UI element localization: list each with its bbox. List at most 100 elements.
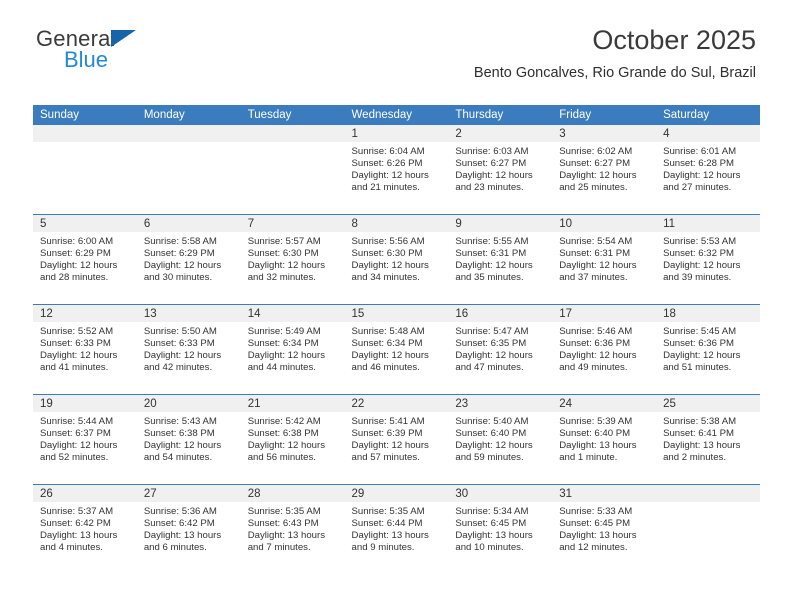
day-detail-line: Sunset: 6:26 PM: [351, 158, 423, 170]
day-details: Sunrise: 5:58 AM Sunset: 6:29 PM Daylight:…: [137, 232, 241, 284]
day-detail-line: Daylight: 13 hours: [351, 530, 429, 542]
calendar-day-cell[interactable]: 6 Sunrise: 5:58 AM Sunset: 6:29 PM Daylight…: [136, 214, 241, 305]
day-details: Sunrise: 6:03 AM Sunset: 6:27 PM Daylight:…: [448, 142, 552, 194]
day-number: 20: [136, 395, 241, 412]
day-details: Sunrise: 6:02 AM Sunset: 6:27 PM Daylight:…: [552, 142, 656, 194]
day-detail-line: Daylight: 12 hours: [143, 260, 222, 272]
day-details: Sunrise: 5:42 AM Sunset: 6:38 PM Daylight:…: [241, 412, 345, 464]
day-detail-line: Sunrise: 5:38 AM: [663, 416, 737, 427]
day-detail-line: Daylight: 13 hours: [663, 440, 741, 452]
day-detail-line: and 49 minutes.: [559, 362, 628, 374]
day-detail-line: and 56 minutes.: [247, 452, 316, 464]
page-header: General Blue October 2025 Bento Goncalve…: [0, 0, 792, 80]
location-subtitle: Bento Goncalves, Rio Grande do Sul, Braz…: [473, 64, 756, 81]
calendar-day-cell[interactable]: 19 Sunrise: 5:44 AM Sunset: 6:37 PM Dayligh…: [33, 394, 137, 485]
day-number: 31: [552, 485, 657, 502]
day-detail-line: Daylight: 13 hours: [559, 440, 637, 452]
calendar-day-cell[interactable]: 20 Sunrise: 5:43 AM Sunset: 6:38 PM Dayligh…: [136, 394, 241, 485]
day-detail-line: Sunset: 6:37 PM: [40, 428, 111, 440]
day-detail-line: Daylight: 12 hours: [663, 260, 741, 272]
calendar-day-cell[interactable]: 26 Sunrise: 5:37 AM Sunset: 6:42 PM Dayligh…: [33, 484, 137, 574]
day-detail-line: Daylight: 12 hours: [40, 350, 118, 362]
calendar-day-cell[interactable]: 21 Sunrise: 5:42 AM Sunset: 6:38 PM Dayligh…: [240, 394, 345, 485]
day-detail-line: Sunrise: 5:35 AM: [351, 506, 425, 517]
calendar-day-cell[interactable]: 25 Sunrise: 5:38 AM Sunset: 6:41 PM Dayligh…: [656, 394, 760, 485]
day-detail-line: Sunrise: 5:37 AM: [40, 506, 114, 517]
calendar-day-cell[interactable]: 27 Sunrise: 5:36 AM Sunset: 6:42 PM Dayligh…: [136, 484, 241, 574]
calendar-day-cell[interactable]: 28 Sunrise: 5:35 AM Sunset: 6:43 PM Dayligh…: [240, 484, 345, 574]
calendar-day-cell[interactable]: 8 Sunrise: 5:56 AM Sunset: 6:30 PM Daylight…: [344, 214, 449, 305]
calendar-day-cell[interactable]: 15 Sunrise: 5:48 AM Sunset: 6:34 PM Dayligh…: [344, 304, 449, 395]
weekday-header-monday: Monday: [136, 105, 241, 125]
calendar-day-cell[interactable]: 5 Sunrise: 6:00 AM Sunset: 6:29 PM Daylight…: [33, 214, 137, 305]
calendar-day-cell-empty: [656, 484, 760, 574]
calendar-day-cell[interactable]: 31 Sunrise: 5:33 AM Sunset: 6:45 PM Dayligh…: [552, 484, 657, 574]
day-number: 13: [136, 305, 241, 322]
day-detail-line: Sunset: 6:31 PM: [559, 248, 631, 260]
day-details: Sunrise: 5:37 AM Sunset: 6:42 PM Daylight:…: [33, 502, 137, 554]
calendar-day-cell[interactable]: 23 Sunrise: 5:40 AM Sunset: 6:40 PM Dayligh…: [448, 394, 553, 485]
day-detail-line: Sunrise: 5:54 AM: [559, 236, 633, 247]
day-detail-line: Daylight: 12 hours: [663, 350, 741, 362]
day-detail-line: Sunset: 6:39 PM: [351, 428, 423, 440]
day-number: 9: [448, 215, 553, 232]
calendar-day-cell[interactable]: 18 Sunrise: 5:45 AM Sunset: 6:36 PM Dayligh…: [656, 304, 760, 395]
day-detail-line: Sunrise: 5:35 AM: [247, 506, 321, 517]
calendar-day-cell[interactable]: 24 Sunrise: 5:39 AM Sunset: 6:40 PM Dayligh…: [552, 394, 657, 485]
calendar-day-cell[interactable]: 17 Sunrise: 5:46 AM Sunset: 6:36 PM Dayligh…: [552, 304, 657, 395]
day-details: Sunrise: 5:38 AM Sunset: 6:41 PM Daylight:…: [656, 412, 760, 464]
sunrise-sunset-calendar: Sunday Monday Tuesday Wednesday Thursday Frid…: [33, 105, 760, 574]
day-detail-line: Sunset: 6:29 PM: [40, 248, 111, 260]
calendar-day-cell[interactable]: 11 Sunrise: 5:53 AM Sunset: 6:32 PM Dayligh…: [656, 214, 760, 305]
calendar-day-cell[interactable]: 2 Sunrise: 6:03 AM Sunset: 6:27 PM Daylight…: [448, 125, 553, 215]
day-detail-line: Sunset: 6:41 PM: [663, 428, 734, 440]
day-detail-line: and 23 minutes.: [455, 182, 524, 194]
day-details: Sunrise: 5:55 AM Sunset: 6:31 PM Daylight:…: [448, 232, 552, 284]
calendar-day-cell[interactable]: 10 Sunrise: 5:54 AM Sunset: 6:31 PM Dayligh…: [552, 214, 657, 305]
day-detail-line: and 1 minute.: [559, 452, 618, 464]
day-number: 10: [552, 215, 657, 232]
day-detail-line: Daylight: 12 hours: [351, 260, 429, 272]
day-number: 24: [552, 395, 657, 412]
calendar-day-cell[interactable]: 7 Sunrise: 5:57 AM Sunset: 6:30 PM Daylight…: [240, 214, 345, 305]
day-detail-line: and 12 minutes.: [559, 542, 628, 554]
calendar-day-cell[interactable]: 29 Sunrise: 5:35 AM Sunset: 6:44 PM Dayligh…: [344, 484, 449, 574]
day-details: Sunrise: 5:35 AM Sunset: 6:43 PM Daylight:…: [241, 502, 345, 554]
day-detail-line: Sunrise: 5:42 AM: [247, 416, 321, 427]
day-detail-line: Sunrise: 5:33 AM: [559, 506, 633, 517]
calendar-day-cell[interactable]: 4 Sunrise: 6:01 AM Sunset: 6:28 PM Daylight…: [656, 125, 760, 215]
weekday-header-tuesday: Tuesday: [240, 105, 345, 125]
day-number: 11: [656, 215, 760, 232]
logo-text-blue: Blue: [64, 47, 109, 72]
calendar-week-row: 19 Sunrise: 5:44 AM Sunset: 6:37 PM Dayligh…: [33, 394, 760, 485]
calendar-day-cell[interactable]: 9 Sunrise: 5:55 AM Sunset: 6:31 PM Daylight…: [448, 214, 553, 305]
day-number: 2: [448, 125, 553, 142]
day-number: 3: [552, 125, 657, 142]
day-detail-line: and 46 minutes.: [351, 362, 420, 374]
calendar-day-cell[interactable]: 1 Sunrise: 6:04 AM Sunset: 6:26 PM Daylight…: [344, 125, 449, 215]
calendar-day-cell[interactable]: 30 Sunrise: 5:34 AM Sunset: 6:45 PM Dayligh…: [448, 484, 553, 574]
day-detail-line: Daylight: 12 hours: [247, 260, 326, 272]
calendar-day-cell[interactable]: 13 Sunrise: 5:50 AM Sunset: 6:33 PM Dayligh…: [136, 304, 241, 395]
day-detail-line: and 7 minutes.: [247, 542, 311, 554]
calendar-day-cell[interactable]: 14 Sunrise: 5:49 AM Sunset: 6:34 PM Dayligh…: [240, 304, 345, 395]
day-detail-line: Sunset: 6:40 PM: [455, 428, 527, 440]
general-blue-logo[interactable]: General Blue: [36, 28, 186, 74]
day-detail-line: Sunset: 6:27 PM: [559, 158, 631, 170]
calendar-day-cell[interactable]: 3 Sunrise: 6:02 AM Sunset: 6:27 PM Daylight…: [552, 125, 657, 215]
calendar-day-cell[interactable]: 16 Sunrise: 5:47 AM Sunset: 6:35 PM Dayligh…: [448, 304, 553, 395]
day-detail-line: Sunset: 6:27 PM: [455, 158, 527, 170]
weekday-header-saturday: Saturday: [656, 105, 760, 125]
day-details: Sunrise: 5:41 AM Sunset: 6:39 PM Daylight:…: [345, 412, 449, 464]
calendar-day-cell[interactable]: 22 Sunrise: 5:41 AM Sunset: 6:39 PM Dayligh…: [344, 394, 449, 485]
day-number: 21: [240, 395, 345, 412]
day-detail-line: Daylight: 13 hours: [143, 530, 222, 542]
day-number: [136, 125, 241, 142]
day-number: 23: [448, 395, 553, 412]
day-details: Sunrise: 5:49 AM Sunset: 6:34 PM Daylight:…: [241, 322, 345, 374]
calendar-day-cell[interactable]: 12 Sunrise: 5:52 AM Sunset: 6:33 PM Dayligh…: [33, 304, 137, 395]
day-detail-line: Sunset: 6:33 PM: [143, 338, 215, 350]
day-detail-line: Daylight: 12 hours: [455, 440, 533, 452]
day-detail-line: Daylight: 12 hours: [40, 440, 118, 452]
weekday-header-sunday: Sunday: [33, 105, 137, 125]
